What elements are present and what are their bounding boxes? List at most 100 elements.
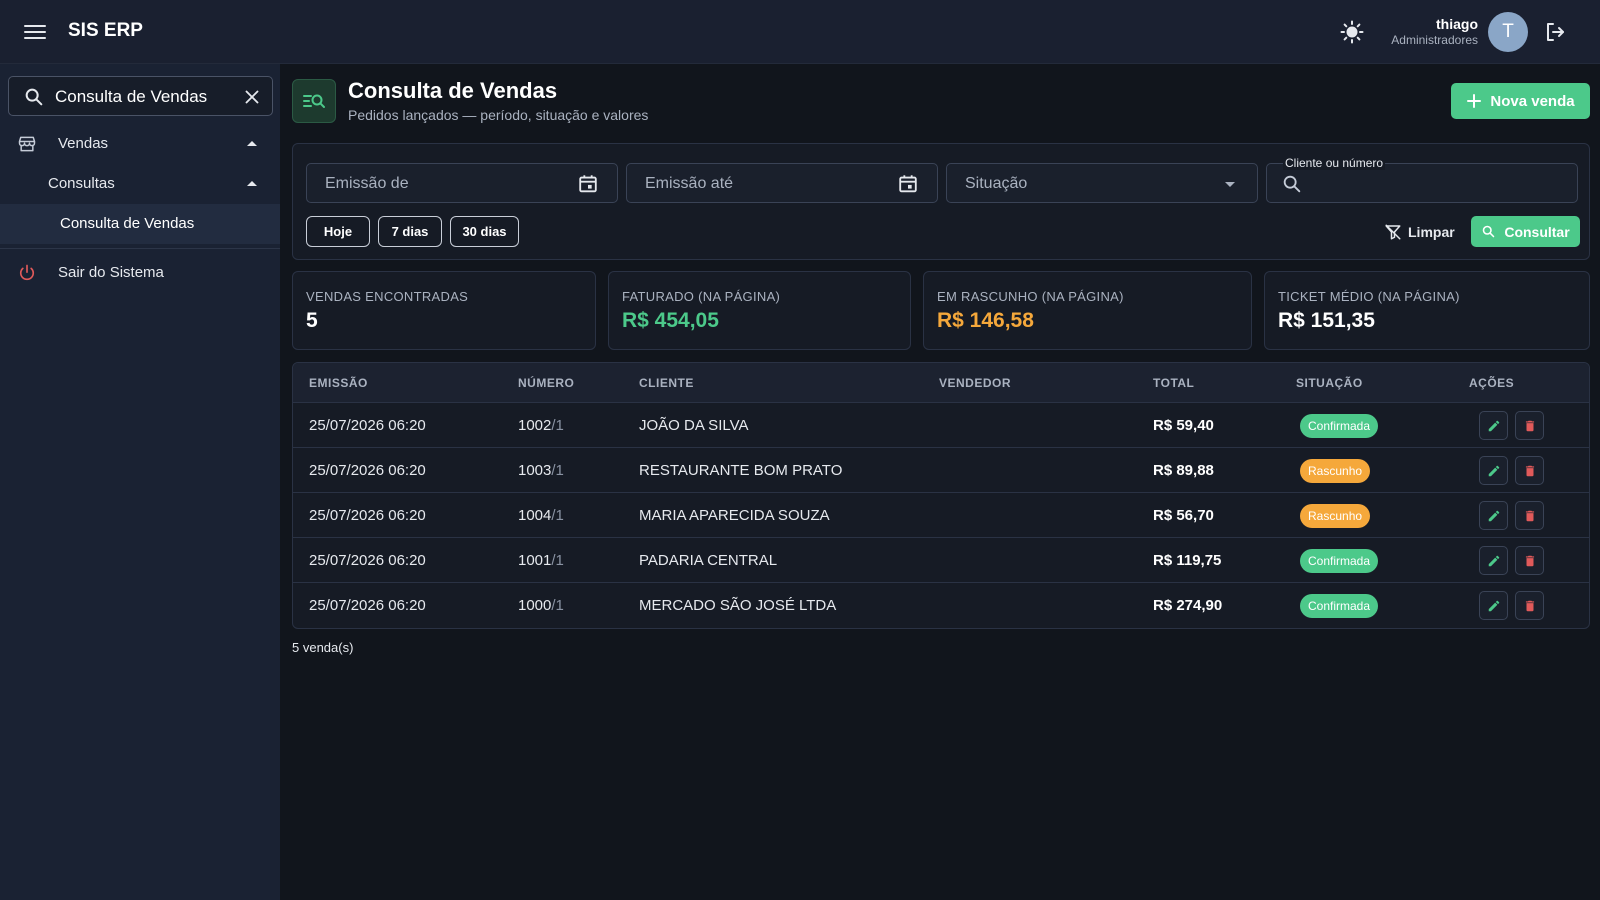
edit-button[interactable] <box>1479 591 1508 620</box>
cell-numero: 1001/1 <box>518 552 564 569</box>
cell-numero-value: 1003 <box>518 462 552 479</box>
pencil-icon <box>1487 464 1501 478</box>
chevron-down-icon <box>1225 182 1235 187</box>
edit-button[interactable] <box>1479 411 1508 440</box>
edit-button[interactable] <box>1479 546 1508 575</box>
emissao-ate-placeholder: Emissão até <box>645 175 734 192</box>
delete-button[interactable] <box>1515 591 1544 620</box>
cliente-input[interactable] <box>1313 172 1563 194</box>
cell-emissao: 25/07/2026 06:20 <box>309 507 426 524</box>
sidebar-item-consultas[interactable]: Consultas <box>0 165 280 203</box>
trash-icon <box>1523 419 1537 433</box>
emissao-de-field[interactable]: Emissão de <box>306 163 618 203</box>
filter-off-icon <box>1385 224 1401 240</box>
close-icon[interactable] <box>241 86 263 108</box>
table-row[interactable]: 25/07/2026 06:20 1001/1 PADARIA CENTRAL R$ … <box>293 538 1589 583</box>
menu-icon[interactable] <box>24 22 46 42</box>
limpar-label: Limpar <box>1408 224 1455 240</box>
trash-icon <box>1523 464 1537 478</box>
consultar-button[interactable]: Consultar <box>1471 216 1580 247</box>
power-icon <box>19 264 35 281</box>
stat-label: FATURADO (NA PÁGINA) <box>622 289 781 304</box>
cliente-field-label: Cliente ou número <box>1283 156 1386 170</box>
sidebar-item-sair[interactable]: Sair do Sistema <box>0 254 280 292</box>
consultar-label: Consultar <box>1504 223 1570 240</box>
column-header-total[interactable]: TOTAL <box>1153 376 1194 390</box>
plus-icon <box>1467 94 1482 108</box>
page-title: Consulta de Vendas <box>348 78 558 103</box>
sidebar-search-input[interactable] <box>55 86 235 108</box>
sales-table: EMISSÃO NÚMERO CLIENTE VENDEDOR TOTAL SI… <box>292 362 1590 629</box>
user-name: thiago <box>1436 16 1478 32</box>
sidebar-item-consulta-de-vendas[interactable]: Consulta de Vendas <box>0 204 280 244</box>
cell-cliente: JOÃO DA SILVA <box>639 417 749 434</box>
cell-total: R$ 274,90 <box>1153 597 1223 614</box>
column-header-numero[interactable]: NÚMERO <box>518 376 574 390</box>
sidebar-search[interactable] <box>8 76 273 116</box>
situacao-placeholder: Situação <box>965 175 1028 192</box>
trash-icon <box>1523 509 1537 523</box>
column-header-emissao[interactable]: EMISSÃO <box>309 376 368 390</box>
search-list-icon <box>303 94 325 108</box>
pencil-icon <box>1487 554 1501 568</box>
cell-numero-value: 1002 <box>518 417 552 434</box>
delete-button[interactable] <box>1515 456 1544 485</box>
logout-icon[interactable] <box>1543 20 1567 44</box>
table-row[interactable]: 25/07/2026 06:20 1004/1 MARIA APARECIDA SO… <box>293 493 1589 538</box>
status-badge: Rascunho <box>1300 459 1371 483</box>
top-bar: SIS ERP thiago Administradores T <box>0 0 1600 64</box>
table-row[interactable]: 25/07/2026 06:20 1003/1 RESTAURANTE BOM PR… <box>293 448 1589 493</box>
trash-icon <box>1523 599 1537 613</box>
status-badge: Confirmada <box>1300 594 1379 618</box>
cell-numero: 1004/1 <box>518 507 564 524</box>
cell-total: R$ 59,40 <box>1153 417 1214 434</box>
result-count: 5 venda(s) <box>292 640 354 655</box>
cell-total: R$ 56,70 <box>1153 507 1214 524</box>
stat-value: 5 <box>306 309 318 332</box>
calendar-icon[interactable] <box>897 173 919 195</box>
avatar[interactable]: T <box>1488 12 1528 52</box>
table-header: EMISSÃO NÚMERO CLIENTE VENDEDOR TOTAL SI… <box>293 363 1589 403</box>
cell-cliente: MERCADO SÃO JOSÉ LTDA <box>639 597 837 614</box>
page-icon <box>292 79 336 123</box>
situacao-select[interactable]: Situação <box>946 163 1258 203</box>
table-row[interactable]: 25/07/2026 06:20 1002/1 JOÃO DA SILVA R$ 59… <box>293 403 1589 448</box>
column-header-acoes: AÇÕES <box>1469 376 1515 390</box>
limpar-button[interactable]: Limpar <box>1384 220 1455 244</box>
stat-card-em-rascunho: EM RASCUNHO (NA PÁGINA) R$ 146,58 <box>923 271 1252 350</box>
stat-label: VENDAS ENCONTRADAS <box>306 289 469 304</box>
cell-numero-value: 1004 <box>518 507 552 524</box>
cell-numero: 1000/1 <box>518 597 564 614</box>
edit-button[interactable] <box>1479 501 1508 530</box>
cell-serie: /1 <box>551 552 564 569</box>
cell-total: R$ 119,75 <box>1153 552 1222 569</box>
stat-value: R$ 151,35 <box>1278 309 1375 332</box>
emissao-de-placeholder: Emissão de <box>325 175 409 192</box>
7-dias-chip[interactable]: 7 dias <box>378 216 442 247</box>
stat-card-vendas-encontradas: VENDAS ENCONTRADAS 5 <box>292 271 596 350</box>
sidebar-item-vendas[interactable]: Vendas <box>0 125 280 163</box>
column-header-vendedor[interactable]: VENDEDOR <box>939 376 1011 390</box>
delete-button[interactable] <box>1515 411 1544 440</box>
sidebar-item-label: Vendas <box>58 135 109 152</box>
delete-button[interactable] <box>1515 546 1544 575</box>
30-dias-chip[interactable]: 30 dias <box>450 216 519 247</box>
calendar-icon[interactable] <box>577 173 599 195</box>
delete-button[interactable] <box>1515 501 1544 530</box>
table-row[interactable]: 25/07/2026 06:20 1000/1 MERCADO SÃO JOSÉ L… <box>293 583 1589 628</box>
emissao-ate-field[interactable]: Emissão até <box>626 163 938 203</box>
column-header-situacao[interactable]: SITUAÇÃO <box>1296 376 1363 390</box>
sun-icon[interactable] <box>1340 20 1364 44</box>
pencil-icon <box>1487 509 1501 523</box>
status-badge: Confirmada <box>1300 549 1379 573</box>
hoje-chip[interactable]: Hoje <box>306 216 370 247</box>
edit-button[interactable] <box>1479 456 1508 485</box>
sidebar-item-label: Sair do Sistema <box>58 264 164 281</box>
nova-venda-button[interactable]: Nova venda <box>1451 83 1590 119</box>
cell-serie: /1 <box>551 597 564 614</box>
stat-value: R$ 454,05 <box>622 309 719 332</box>
stat-label: TICKET MÉDIO (NA PÁGINA) <box>1278 289 1460 304</box>
column-header-cliente[interactable]: CLIENTE <box>639 376 694 390</box>
search-icon <box>1483 225 1495 238</box>
status-badge: Confirmada <box>1300 414 1379 438</box>
